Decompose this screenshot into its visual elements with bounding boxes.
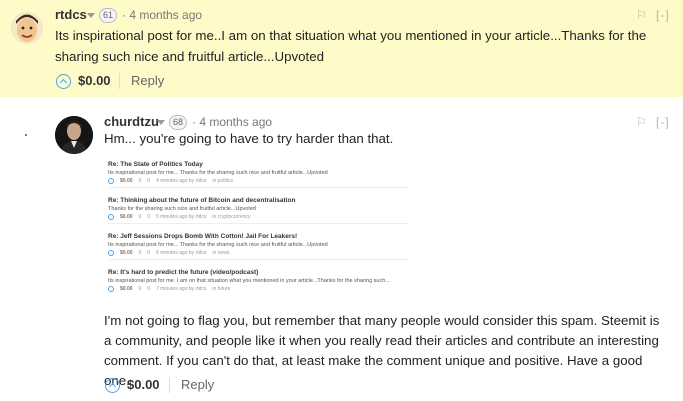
chevron-down-icon[interactable] [87, 13, 95, 18]
entry-body: Its inspirational post for me. I am on t… [108, 278, 390, 284]
entry-meta: $0.00 0 0 4 minutes ago by rtdcs in poli… [108, 178, 408, 184]
flag-icon[interactable]: ⚐ [636, 115, 647, 129]
divider [108, 259, 408, 260]
entry-time: 6 minutes ago by rtdcs [156, 250, 207, 256]
entry-votes: 0 [138, 214, 142, 220]
divider [119, 73, 120, 89]
collapse-button[interactable]: [-] [656, 8, 670, 22]
embedded-entry: Re: Thinking about the future of Bitcoin… [108, 197, 408, 224]
entry-comments: 0 [147, 286, 151, 292]
entry-time: 7 minutes ago by rtdcs [156, 286, 207, 292]
payout-value[interactable]: $0.00 [127, 377, 160, 392]
divider [169, 377, 170, 393]
timestamp[interactable]: · 4 months ago [122, 8, 202, 22]
entry-payout: $0.00 [120, 286, 133, 292]
entry-payout: $0.00 [120, 178, 133, 184]
upvote-icon [108, 286, 114, 292]
payout-amount: $0.00 [127, 377, 160, 392]
entry-comments: 0 [147, 178, 151, 184]
chevron-down-icon[interactable] [157, 120, 165, 125]
entry-comments: 0 [147, 250, 151, 256]
entry-title: Re: It's hard to predict the future (vid… [108, 269, 259, 276]
entry-category: in news [212, 250, 230, 256]
reply-link[interactable]: Reply [181, 377, 214, 392]
comment-body: Its inspirational post for me..I am on t… [55, 28, 647, 64]
entry-meta: $0.00 0 0 5 minutes ago by rtdcs in cryp… [108, 214, 408, 220]
entry-time: 5 minutes ago by rtdcs [156, 214, 207, 220]
entry-category: in cryptocurrency [212, 214, 251, 220]
timestamp[interactable]: · 4 months ago [192, 115, 272, 129]
reputation-badge: 68 [169, 115, 188, 130]
entry-votes: 0 [138, 250, 142, 256]
entry-votes: 0 [138, 286, 142, 292]
upvote-icon[interactable] [56, 74, 71, 89]
avatar[interactable] [11, 12, 43, 44]
collapse-dot [25, 134, 27, 136]
entry-payout: $0.00 [120, 250, 133, 256]
avatar-cartoon-face-icon [11, 12, 43, 44]
upvote-icon [108, 178, 114, 184]
entry-payout: $0.00 [120, 214, 133, 220]
embedded-comment-list-image: Re: The State of Politics Today Its insp… [104, 157, 411, 303]
entry-meta: $0.00 0 0 6 minutes ago by rtdcs in news [108, 250, 408, 256]
upvote-icon [108, 214, 114, 220]
flag-icon[interactable]: ⚐ [636, 8, 647, 22]
embedded-entry: Re: Jeff Sessions Drops Bomb With Cotton… [108, 233, 408, 260]
comment-rtdcs: rtdcs 61 · 4 months ago ⚐ [-] Its inspir… [0, 0, 683, 97]
entry-title: Re: Thinking about the future of Bitcoin… [108, 197, 296, 204]
author-name[interactable]: churdtzu [104, 114, 159, 129]
entry-body: Its inspirational post for me... Thanks … [108, 170, 328, 176]
embedded-entry: Re: The State of Politics Today Its insp… [108, 161, 408, 188]
entry-category: in future [212, 286, 231, 292]
entry-category: in politics [212, 178, 233, 184]
avatar[interactable] [55, 116, 93, 154]
entry-comments: 0 [147, 214, 151, 220]
entry-title: Re: The State of Politics Today [108, 161, 203, 168]
avatar-photo-icon [55, 116, 93, 154]
embedded-entry: Re: It's hard to predict the future (vid… [108, 269, 408, 292]
author-name[interactable]: rtdcs [55, 7, 87, 22]
reply-link[interactable]: Reply [131, 73, 164, 88]
upvote-icon[interactable] [105, 378, 120, 393]
comment-intro: Hm... you're going to have to try harder… [104, 131, 394, 146]
entry-body: Its inspirational post for me... Thanks … [108, 242, 328, 248]
divider [108, 223, 408, 224]
reputation-badge: 61 [99, 8, 118, 23]
upvote-icon [108, 250, 114, 256]
entry-meta: $0.00 0 0 7 minutes ago by rtdcs in futu… [108, 286, 408, 292]
payout-amount: $0.00 [78, 73, 111, 88]
divider [108, 187, 408, 188]
entry-votes: 0 [138, 178, 142, 184]
entry-body: Thanks for the sharing such nice and fru… [108, 206, 256, 212]
entry-title: Re: Jeff Sessions Drops Bomb With Cotton… [108, 233, 298, 240]
collapse-button[interactable]: [-] [656, 115, 670, 129]
entry-time: 4 minutes ago by rtdcs [156, 178, 207, 184]
payout-value[interactable]: $0.00 [78, 73, 111, 88]
